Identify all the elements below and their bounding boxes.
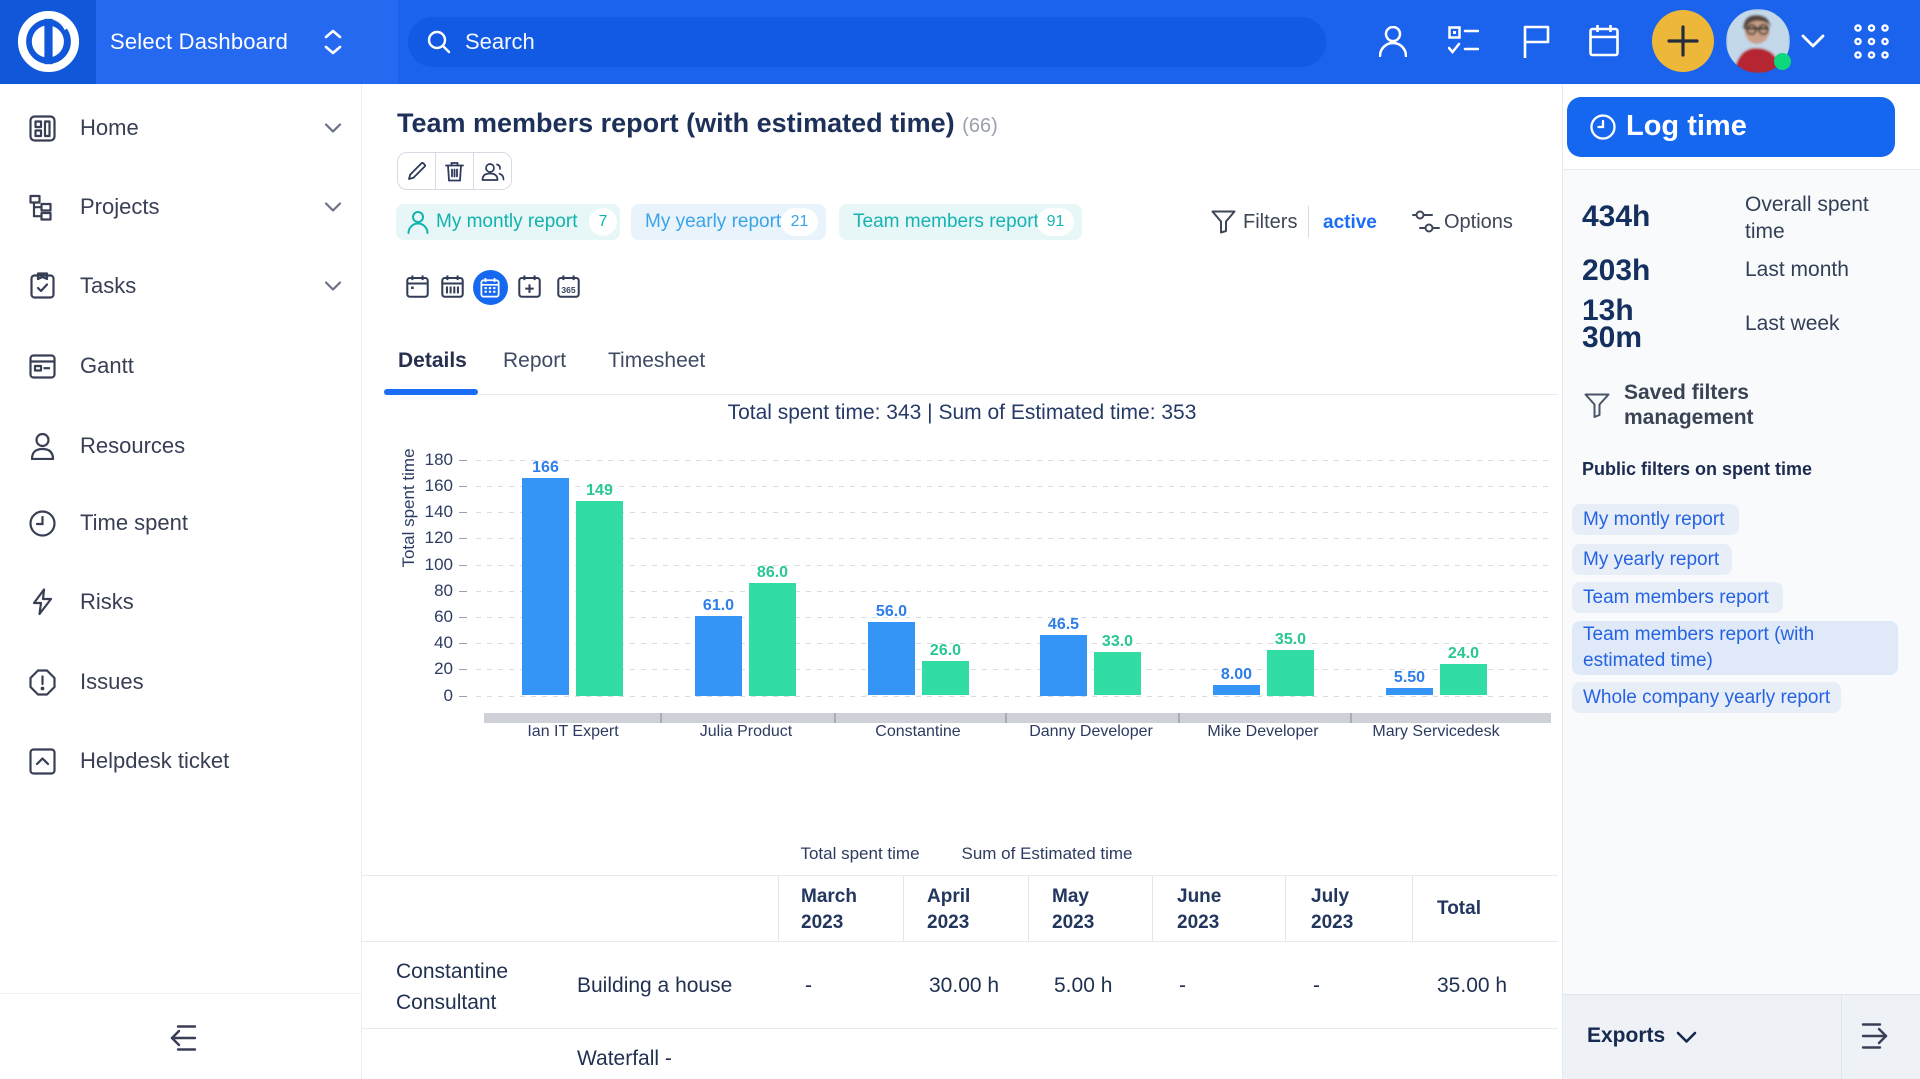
svg-text:365: 365: [561, 285, 575, 295]
